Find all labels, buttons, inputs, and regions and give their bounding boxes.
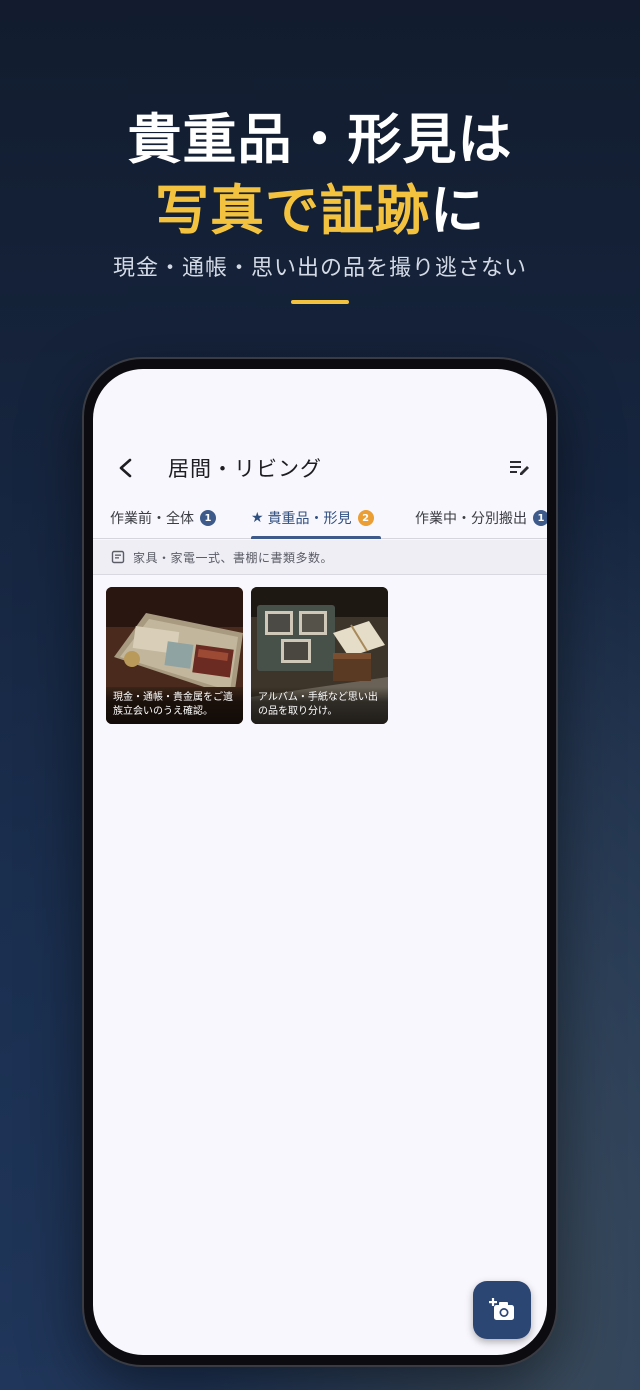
add-photo-icon bbox=[489, 1298, 514, 1320]
tab-label: 作業中・分別搬出 bbox=[415, 511, 527, 527]
photo-caption: アルバム・手紙など思い出の品を取り分け。 bbox=[251, 687, 388, 724]
add-photo-button[interactable] bbox=[473, 1281, 531, 1339]
headline-line-2: 写真で証跡に bbox=[0, 178, 640, 244]
photo-caption: 現金・通帳・貴金属をご遺族立会いのうえ確認。 bbox=[106, 687, 243, 724]
tab-label: 作業前・全体 bbox=[110, 511, 194, 527]
phone-frame: 居間・リビング 作業前・全体 1 ★ 貴重品・形見 2 作業中・分別搬出 1 家… bbox=[84, 359, 556, 1365]
headline-suffix: に bbox=[430, 179, 485, 242]
category-tabs: 作業前・全体 1 ★ 貴重品・形見 2 作業中・分別搬出 1 bbox=[93, 497, 547, 539]
room-note[interactable]: 家具・家電一式、書棚に書類多数。 bbox=[93, 540, 547, 575]
promo-headline: 貴重品・形見は 写真で証跡に 現金・通帳・思い出の品を撮り逃さない bbox=[0, 108, 640, 304]
photo-card-mementos[interactable]: アルバム・手紙など思い出の品を取り分け。 bbox=[251, 587, 388, 724]
tab-during-work[interactable]: 作業中・分別搬出 1 bbox=[415, 497, 547, 539]
app-bar: 居間・リビング bbox=[93, 439, 547, 497]
tab-count-badge: 2 bbox=[357, 510, 374, 526]
headline-highlight: 写真で証跡 bbox=[155, 179, 430, 242]
accent-divider bbox=[291, 300, 349, 304]
app-screen: 居間・リビング 作業前・全体 1 ★ 貴重品・形見 2 作業中・分別搬出 1 家… bbox=[93, 369, 547, 1355]
edit-list-icon bbox=[510, 461, 529, 475]
headline-line-1: 貴重品・形見は bbox=[127, 108, 513, 171]
back-button[interactable] bbox=[111, 453, 141, 483]
star-icon: ★ bbox=[251, 510, 264, 526]
tab-indicator bbox=[251, 536, 381, 539]
page-title: 居間・リビング bbox=[168, 457, 322, 481]
tab-label: 貴重品・形見 bbox=[267, 511, 352, 527]
edit-note-button[interactable] bbox=[505, 453, 535, 483]
note-text: 家具・家電一式、書棚に書類多数。 bbox=[133, 550, 334, 565]
note-icon bbox=[111, 550, 125, 564]
promo-subtitle: 現金・通帳・思い出の品を撮り逃さない bbox=[112, 256, 527, 281]
chevron-left-icon bbox=[119, 458, 132, 478]
tab-count-badge: 1 bbox=[200, 510, 216, 526]
tab-count-badge: 1 bbox=[533, 510, 547, 526]
photo-card-valuables[interactable]: 現金・通帳・貴金属をご遺族立会いのうえ確認。 bbox=[106, 587, 243, 724]
tab-valuables[interactable]: ★ 貴重品・形見 2 bbox=[251, 497, 374, 539]
tab-before-work[interactable]: 作業前・全体 1 bbox=[110, 497, 216, 539]
